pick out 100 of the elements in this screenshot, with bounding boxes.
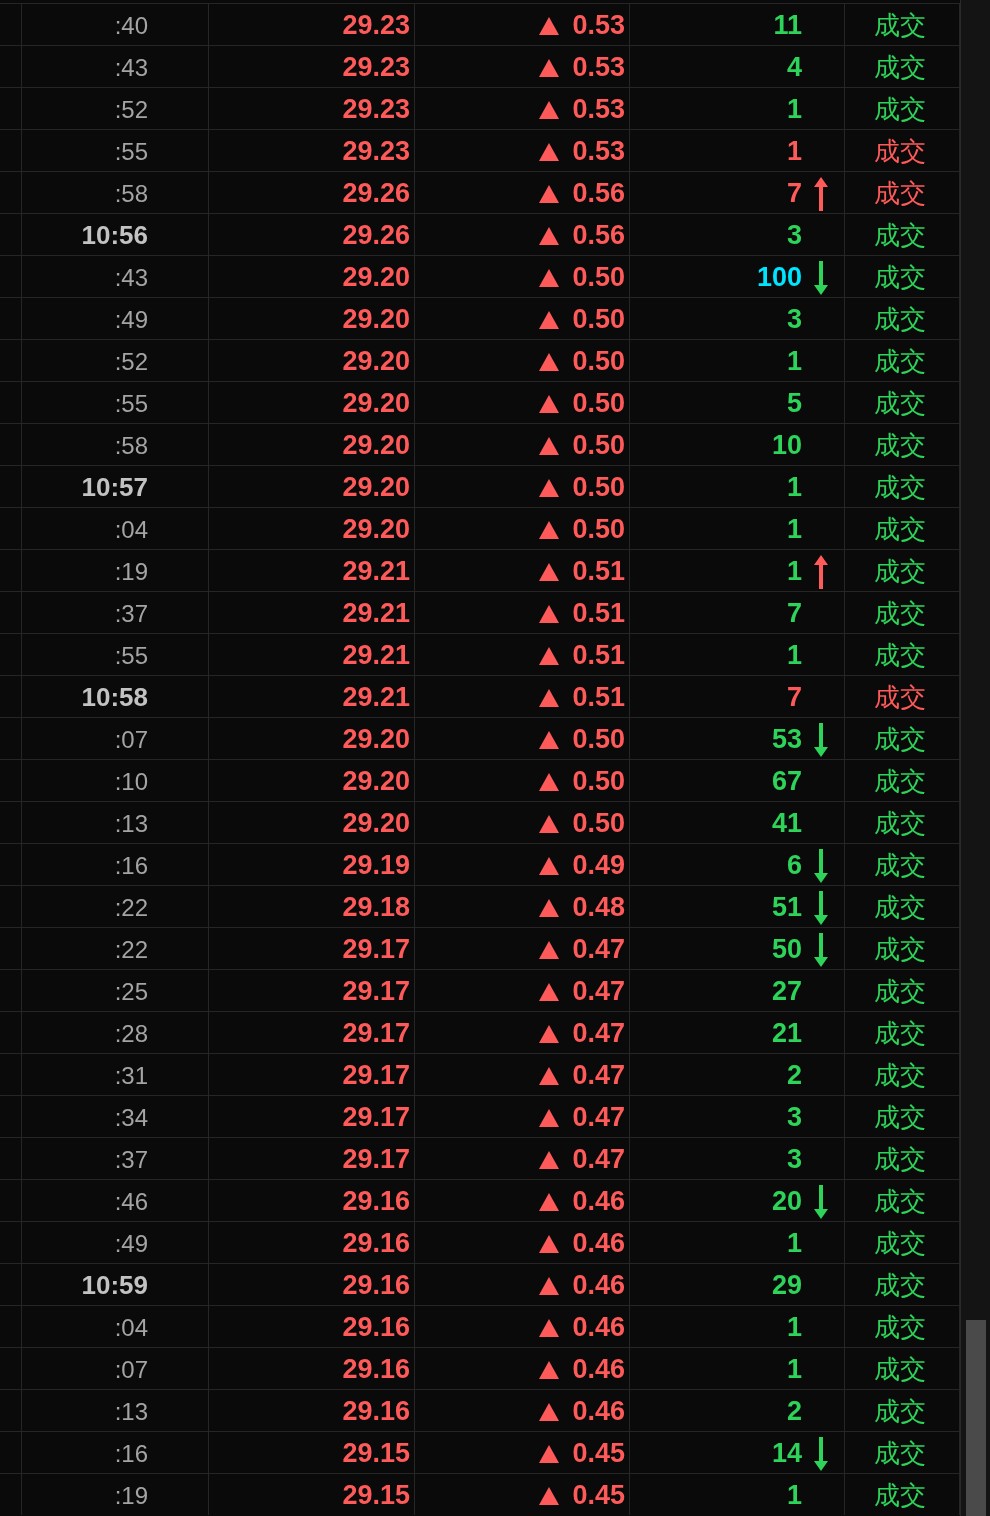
price-cell: 29.16 [209,1222,415,1263]
time-cell: :28 [22,1012,209,1053]
change-value: 0.50 [572,430,625,461]
price-cell: 29.16 [209,1180,415,1221]
price-cell: 29.15 [209,1474,415,1515]
volume-value: 3 [786,1102,802,1133]
volume-value: 20 [771,1186,802,1217]
price-cell: 29.20 [209,508,415,549]
change-value: 0.53 [572,10,625,41]
change-value: 0.46 [572,1270,625,1301]
change-value: 0.51 [572,556,625,587]
volume-value: 1 [786,472,802,503]
volume-value: 5 [786,388,802,419]
change-value: 0.48 [572,892,625,923]
status-cell: 成交 [845,172,960,213]
change-value: 0.47 [572,1102,625,1133]
scrollbar-thumb[interactable] [966,1320,986,1516]
time-cell: :58 [22,172,209,213]
time-cell: :58 [22,424,209,465]
status-cell: 成交 [845,1348,960,1389]
change-value: 0.46 [572,1312,625,1343]
status-cell: 成交 [845,1390,960,1431]
change-value: 0.46 [572,1354,625,1385]
volume-value: 1 [786,640,802,671]
price-cell: 29.23 [209,88,415,129]
status-cell: 成交 [845,550,960,591]
status-cell: 成交 [845,88,960,129]
price-cell: 29.26 [209,172,415,213]
status-cell: 成交 [845,802,960,843]
status-cell: 成交 [845,634,960,675]
volume-value: 27 [771,976,802,1007]
volume-value: 1 [786,94,802,125]
status-cell: 成交 [845,340,960,381]
change-value: 0.56 [572,178,625,209]
change-value: 0.50 [572,304,625,335]
status-cell: 成交 [845,466,960,507]
status-cell: 成交 [845,1054,960,1095]
volume-value: 10 [771,430,802,461]
change-value: 0.53 [572,136,625,167]
change-value: 0.53 [572,52,625,83]
status-cell: 成交 [845,1264,960,1305]
time-cell: :46 [22,1180,209,1221]
time-cell: :31 [22,1054,209,1095]
status-cell: 成交 [845,46,960,87]
change-value: 0.50 [572,514,625,545]
status-cell: 成交 [845,1138,960,1179]
change-value: 0.50 [572,472,625,503]
volume-value: 4 [786,52,802,83]
price-cell: 29.20 [209,382,415,423]
status-cell: 成交 [845,424,960,465]
time-cell: 10:57 [22,466,209,507]
change-value: 0.53 [572,94,625,125]
change-value: 0.50 [572,388,625,419]
price-cell: 29.21 [209,550,415,591]
time-cell: 10:58 [22,676,209,717]
price-cell: 29.20 [209,298,415,339]
volume-value: 1 [786,1228,802,1259]
status-cell: 成交 [845,298,960,339]
price-cell: 29.17 [209,1096,415,1137]
time-cell: :40 [22,4,209,45]
time-cell: :04 [22,1306,209,1347]
price-cell: 29.21 [209,592,415,633]
change-value: 0.46 [572,1228,625,1259]
status-cell: 成交 [845,130,960,171]
status-cell: 成交 [845,1222,960,1263]
time-cell: 10:59 [22,1264,209,1305]
volume-value: 7 [786,598,802,629]
time-cell: :22 [22,886,209,927]
change-value: 0.50 [572,724,625,755]
price-cell: 29.23 [209,4,415,45]
status-cell: 成交 [845,256,960,297]
time-cell: :22 [22,928,209,969]
status-cell: 成交 [845,844,960,885]
status-cell: 成交 [845,508,960,549]
change-value: 0.56 [572,220,625,251]
time-cell: :04 [22,508,209,549]
price-cell: 29.26 [209,214,415,255]
time-cell: :07 [22,718,209,759]
price-cell: 29.16 [209,1306,415,1347]
price-cell: 29.17 [209,1012,415,1053]
change-value: 0.47 [572,1060,625,1091]
volume-value: 1 [786,136,802,167]
time-cell: :55 [22,382,209,423]
price-cell: 29.17 [209,1138,415,1179]
status-cell: 成交 [845,214,960,255]
volume-value: 6 [786,850,802,881]
price-cell: 29.15 [209,1432,415,1473]
volume-value: 41 [771,808,802,839]
price-cell: 29.21 [209,676,415,717]
price-cell: 29.20 [209,424,415,465]
time-cell: :19 [22,1474,209,1515]
price-cell: 29.19 [209,844,415,885]
status-cell: 成交 [845,1096,960,1137]
volume-value: 67 [771,766,802,797]
time-cell: :25 [22,970,209,1011]
time-cell: :49 [22,298,209,339]
status-cell: 成交 [845,970,960,1011]
status-cell: 成交 [845,592,960,633]
change-value: 0.49 [572,850,625,881]
volume-value: 1 [786,1480,802,1511]
